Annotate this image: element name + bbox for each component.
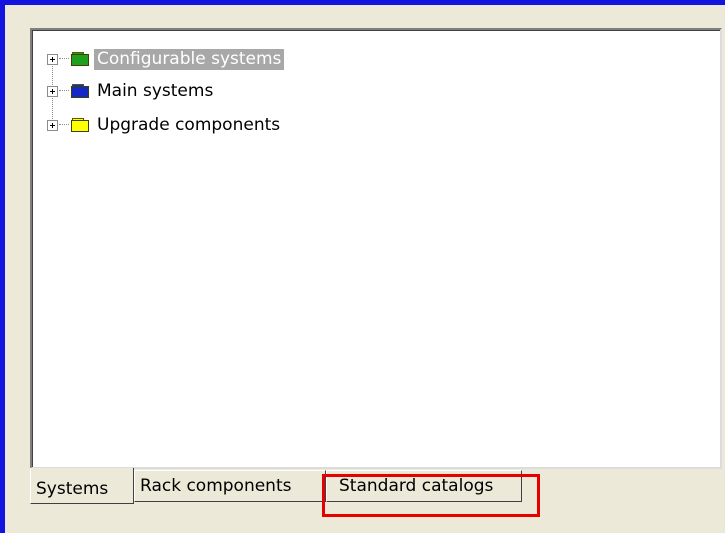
tree-view[interactable]: Configurable systems Main systems Upgrad… bbox=[32, 30, 720, 467]
tab-systems[interactable]: Systems bbox=[30, 468, 134, 504]
tree-item-main-systems[interactable]: Main systems bbox=[47, 80, 216, 102]
yellow-folder-icon bbox=[71, 118, 89, 132]
expand-plus-icon[interactable] bbox=[47, 53, 58, 65]
tree-item-label[interactable]: Configurable systems bbox=[94, 48, 285, 70]
tree-dots bbox=[59, 58, 69, 60]
tab-label: Rack components bbox=[140, 476, 292, 496]
tab-label: Standard catalogs bbox=[339, 476, 494, 496]
tab-label: Systems bbox=[36, 478, 109, 499]
tab-standard-catalogs[interactable]: Standard catalogs bbox=[326, 470, 522, 502]
tree-dots bbox=[59, 124, 69, 126]
tree-item-upgrade-components[interactable]: Upgrade components bbox=[47, 114, 283, 136]
tab-bar: Systems Rack components Standard catalog… bbox=[30, 468, 522, 510]
tree-dots bbox=[59, 90, 69, 92]
tree-item-label[interactable]: Main systems bbox=[94, 81, 216, 102]
tree-panel: Configurable systems Main systems Upgrad… bbox=[30, 28, 722, 469]
tree-item-label[interactable]: Upgrade components bbox=[94, 115, 283, 136]
blue-folder-icon bbox=[71, 84, 89, 98]
green-folder-icon bbox=[71, 52, 89, 66]
expand-plus-icon[interactable] bbox=[47, 85, 58, 97]
tree-item-configurable-systems[interactable]: Configurable systems bbox=[47, 48, 285, 70]
screenshot-frame: Configurable systems Main systems Upgrad… bbox=[0, 0, 725, 533]
expand-plus-icon[interactable] bbox=[47, 119, 58, 131]
tab-rack-components[interactable]: Rack components bbox=[134, 470, 326, 502]
